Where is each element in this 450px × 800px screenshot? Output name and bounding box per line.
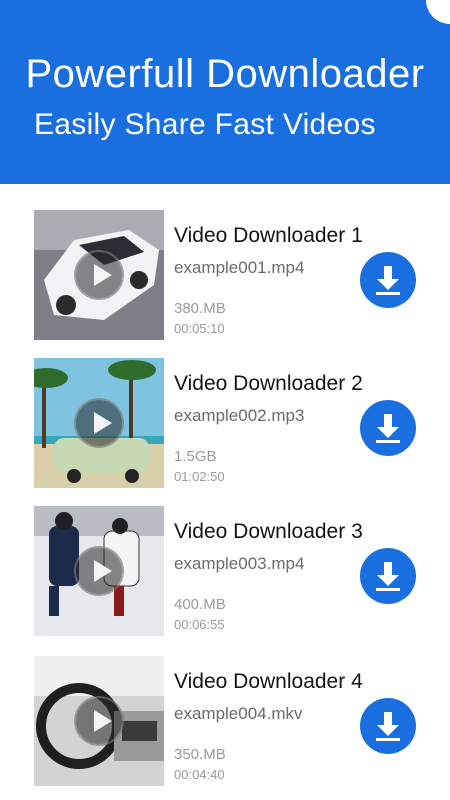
- video-duration: 00:06:55: [174, 617, 225, 632]
- header-banner: Powerfull Downloader Easily Share Fast V…: [0, 0, 450, 184]
- play-icon[interactable]: [74, 250, 124, 300]
- list-item[interactable]: Video Downloader 3 example003.mp4 400.MB…: [0, 506, 450, 638]
- header-title: Powerfull Downloader: [25, 52, 425, 96]
- video-filename: example002.mp3: [174, 406, 305, 425]
- video-size: 380.MB: [174, 300, 226, 317]
- play-icon[interactable]: [74, 546, 124, 596]
- video-title: Video Downloader 2: [174, 372, 363, 395]
- list-item[interactable]: Video Downloader 4 example004.mkv 350.MB…: [0, 656, 450, 788]
- download-button[interactable]: [360, 548, 416, 604]
- video-title: Video Downloader 3: [174, 520, 363, 543]
- video-size: 400.MB: [174, 596, 226, 613]
- video-filename: example001.mp4: [174, 258, 305, 277]
- download-icon: [376, 266, 400, 295]
- video-duration: 00:04:40: [174, 767, 225, 782]
- download-button[interactable]: [360, 400, 416, 456]
- download-icon: [376, 414, 400, 443]
- video-thumbnail[interactable]: [34, 506, 164, 636]
- video-duration: 00:05:10: [174, 321, 225, 336]
- list-item[interactable]: Video Downloader 1 example001.mp4 380.MB…: [0, 210, 450, 342]
- list-item[interactable]: Video Downloader 2 example002.mp3 1.5GB …: [0, 358, 450, 490]
- video-filename: example003.mp4: [174, 554, 305, 573]
- download-icon: [376, 562, 400, 591]
- download-button[interactable]: [360, 252, 416, 308]
- video-duration: 01:02:50: [174, 469, 225, 484]
- video-title: Video Downloader 4: [174, 670, 363, 693]
- video-thumbnail[interactable]: [34, 210, 164, 340]
- header-subtitle: Easily Share Fast Videos: [34, 108, 376, 141]
- video-size: 350.MB: [174, 746, 226, 763]
- video-size: 1.5GB: [174, 448, 217, 465]
- play-icon[interactable]: [74, 398, 124, 448]
- video-thumbnail[interactable]: [34, 656, 164, 786]
- download-button[interactable]: [360, 698, 416, 754]
- video-thumbnail[interactable]: [34, 358, 164, 488]
- play-icon[interactable]: [74, 696, 124, 746]
- video-filename: example004.mkv: [174, 704, 303, 723]
- download-icon: [376, 712, 400, 741]
- video-title: Video Downloader 1: [174, 224, 363, 247]
